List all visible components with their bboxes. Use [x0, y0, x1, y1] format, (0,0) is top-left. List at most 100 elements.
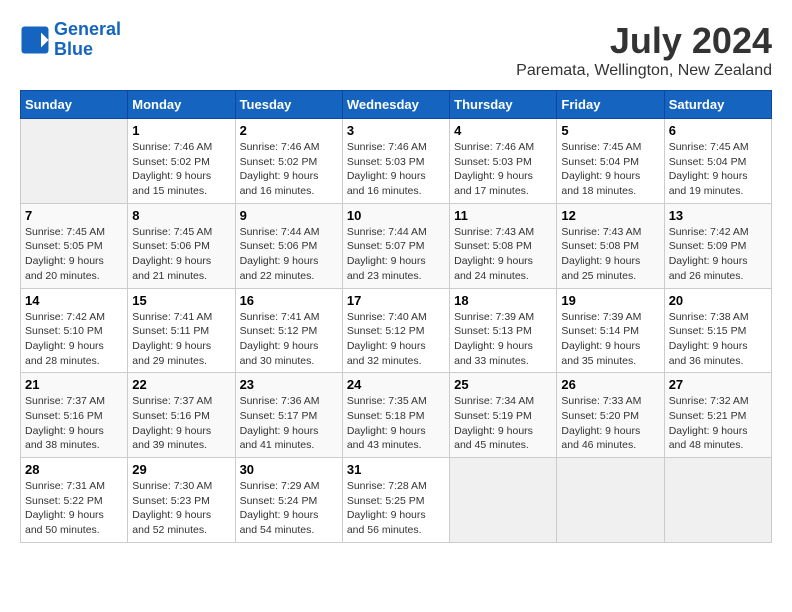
day-info: Sunrise: 7:37 AMSunset: 5:16 PMDaylight:…: [132, 394, 230, 453]
day-number: 29: [132, 462, 230, 477]
calendar-cell: 10 Sunrise: 7:44 AMSunset: 5:07 PMDayligh…: [342, 203, 449, 288]
day-number: 23: [240, 377, 338, 392]
calendar-cell: 4Sunrise: 7:46 AMSunset: 5:03 PMDaylight…: [450, 119, 557, 204]
calendar-cell: 13Sunrise: 7:42 AMSunset: 5:09 PMDayligh…: [664, 203, 771, 288]
day-info: Sunrise: 7:31 AMSunset: 5:22 PMDaylight:…: [25, 479, 123, 538]
calendar-cell: 11 Sunrise: 7:43 AMSunset: 5:08 PMDayligh…: [450, 203, 557, 288]
calendar-cell: 3Sunrise: 7:46 AMSunset: 5:03 PMDaylight…: [342, 119, 449, 204]
day-info: Sunrise: 7:45 AMSunset: 5:04 PMDaylight:…: [669, 140, 767, 199]
day-info: Sunrise: 7:44 AMSunset: 5:07 PMDaylight:…: [347, 225, 445, 284]
calendar-week-row: 14 Sunrise: 7:42 AMSunset: 5:10 PMDayligh…: [21, 288, 772, 373]
calendar-cell: 17 Sunrise: 7:40 AMSunset: 5:12 PMDayligh…: [342, 288, 449, 373]
day-info: Sunrise: 7:34 AMSunset: 5:19 PMDaylight:…: [454, 394, 552, 453]
logo-text: General Blue: [54, 20, 121, 60]
calendar-cell: 14 Sunrise: 7:42 AMSunset: 5:10 PMDayligh…: [21, 288, 128, 373]
calendar-week-row: 28 Sunrise: 7:31 AMSunset: 5:22 PMDayligh…: [21, 458, 772, 543]
day-info: Sunrise: 7:39 AMSunset: 5:14 PMDaylight:…: [561, 310, 659, 369]
day-info: Sunrise: 7:41 AMSunset: 5:11 PMDaylight:…: [132, 310, 230, 369]
calendar-cell: 22 Sunrise: 7:37 AMSunset: 5:16 PMDayligh…: [128, 373, 235, 458]
day-number: 25: [454, 377, 552, 392]
day-number: 1: [132, 123, 230, 138]
day-info: Sunrise: 7:43 AMSunset: 5:08 PMDaylight:…: [454, 225, 552, 284]
weekday-header: Wednesday: [342, 91, 449, 119]
day-number: 5: [561, 123, 659, 138]
day-number: 18: [454, 293, 552, 308]
day-number: 14: [25, 293, 123, 308]
day-info: Sunrise: 7:37 AMSunset: 5:16 PMDaylight:…: [25, 394, 123, 453]
calendar-cell: 9 Sunrise: 7:44 AMSunset: 5:06 PMDaylight…: [235, 203, 342, 288]
calendar-cell: 5 Sunrise: 7:45 AMSunset: 5:04 PMDaylight…: [557, 119, 664, 204]
day-number: 7: [25, 208, 123, 223]
calendar-cell: [450, 458, 557, 543]
day-number: 19: [561, 293, 659, 308]
day-number: 31: [347, 462, 445, 477]
day-number: 12: [561, 208, 659, 223]
calendar-cell: 19 Sunrise: 7:39 AMSunset: 5:14 PMDayligh…: [557, 288, 664, 373]
logo-line2: Blue: [54, 39, 93, 59]
weekday-header: Thursday: [450, 91, 557, 119]
day-info: Sunrise: 7:46 AMSunset: 5:02 PMDaylight:…: [240, 140, 338, 199]
page-header: General Blue July 2024 Paremata, Welling…: [20, 20, 772, 80]
day-number: 8: [132, 208, 230, 223]
day-info: Sunrise: 7:45 AMSunset: 5:04 PMDaylight:…: [561, 140, 659, 199]
logo: General Blue: [20, 20, 121, 60]
day-number: 22: [132, 377, 230, 392]
day-number: 11: [454, 208, 552, 223]
calendar-week-row: 1 Sunrise: 7:46 AMSunset: 5:02 PMDaylight…: [21, 119, 772, 204]
day-number: 30: [240, 462, 338, 477]
day-info: Sunrise: 7:35 AMSunset: 5:18 PMDaylight:…: [347, 394, 445, 453]
day-number: 6: [669, 123, 767, 138]
calendar-cell: 29 Sunrise: 7:30 AMSunset: 5:23 PMDayligh…: [128, 458, 235, 543]
day-info: Sunrise: 7:42 AMSunset: 5:09 PMDaylight:…: [669, 225, 767, 284]
weekday-header: Friday: [557, 91, 664, 119]
day-number: 3: [347, 123, 445, 138]
calendar-cell: 24 Sunrise: 7:35 AMSunset: 5:18 PMDayligh…: [342, 373, 449, 458]
day-number: 4: [454, 123, 552, 138]
day-info: Sunrise: 7:36 AMSunset: 5:17 PMDaylight:…: [240, 394, 338, 453]
day-number: 26: [561, 377, 659, 392]
day-number: 28: [25, 462, 123, 477]
weekday-row: SundayMondayTuesdayWednesdayThursdayFrid…: [21, 91, 772, 119]
logo-icon: [20, 25, 50, 55]
day-info: Sunrise: 7:44 AMSunset: 5:06 PMDaylight:…: [240, 225, 338, 284]
calendar-cell: 25 Sunrise: 7:34 AMSunset: 5:19 PMDayligh…: [450, 373, 557, 458]
day-info: Sunrise: 7:40 AMSunset: 5:12 PMDaylight:…: [347, 310, 445, 369]
weekday-header: Monday: [128, 91, 235, 119]
day-number: 10: [347, 208, 445, 223]
day-info: Sunrise: 7:42 AMSunset: 5:10 PMDaylight:…: [25, 310, 123, 369]
day-number: 17: [347, 293, 445, 308]
day-info: Sunrise: 7:41 AMSunset: 5:12 PMDaylight:…: [240, 310, 338, 369]
day-number: 9: [240, 208, 338, 223]
calendar-cell: 30Sunrise: 7:29 AMSunset: 5:24 PMDayligh…: [235, 458, 342, 543]
calendar-week-row: 7 Sunrise: 7:45 AMSunset: 5:05 PMDaylight…: [21, 203, 772, 288]
calendar-header: SundayMondayTuesdayWednesdayThursdayFrid…: [21, 91, 772, 119]
calendar-cell: 2 Sunrise: 7:46 AMSunset: 5:02 PMDaylight…: [235, 119, 342, 204]
calendar-table: SundayMondayTuesdayWednesdayThursdayFrid…: [20, 90, 772, 543]
logo-line1: General: [54, 19, 121, 39]
calendar-cell: [21, 119, 128, 204]
calendar-cell: 21Sunrise: 7:37 AMSunset: 5:16 PMDayligh…: [21, 373, 128, 458]
calendar-cell: 26 Sunrise: 7:33 AMSunset: 5:20 PMDayligh…: [557, 373, 664, 458]
calendar-cell: 27Sunrise: 7:32 AMSunset: 5:21 PMDayligh…: [664, 373, 771, 458]
calendar-cell: 12 Sunrise: 7:43 AMSunset: 5:08 PMDayligh…: [557, 203, 664, 288]
month-year-title: July 2024: [516, 20, 772, 62]
day-info: Sunrise: 7:30 AMSunset: 5:23 PMDaylight:…: [132, 479, 230, 538]
day-number: 20: [669, 293, 767, 308]
day-info: Sunrise: 7:46 AMSunset: 5:02 PMDaylight:…: [132, 140, 230, 199]
day-info: Sunrise: 7:43 AMSunset: 5:08 PMDaylight:…: [561, 225, 659, 284]
day-info: Sunrise: 7:45 AMSunset: 5:06 PMDaylight:…: [132, 225, 230, 284]
calendar-cell: 31 Sunrise: 7:28 AMSunset: 5:25 PMDayligh…: [342, 458, 449, 543]
weekday-header: Tuesday: [235, 91, 342, 119]
calendar-cell: [557, 458, 664, 543]
calendar-cell: 15 Sunrise: 7:41 AMSunset: 5:11 PMDayligh…: [128, 288, 235, 373]
location-subtitle: Paremata, Wellington, New Zealand: [516, 62, 772, 80]
day-number: 15: [132, 293, 230, 308]
day-info: Sunrise: 7:33 AMSunset: 5:20 PMDaylight:…: [561, 394, 659, 453]
day-info: Sunrise: 7:28 AMSunset: 5:25 PMDaylight:…: [347, 479, 445, 538]
calendar-cell: 6 Sunrise: 7:45 AMSunset: 5:04 PMDaylight…: [664, 119, 771, 204]
day-info: Sunrise: 7:45 AMSunset: 5:05 PMDaylight:…: [25, 225, 123, 284]
title-block: July 2024 Paremata, Wellington, New Zeal…: [516, 20, 772, 80]
day-number: 2: [240, 123, 338, 138]
calendar-cell: 1 Sunrise: 7:46 AMSunset: 5:02 PMDaylight…: [128, 119, 235, 204]
day-number: 24: [347, 377, 445, 392]
